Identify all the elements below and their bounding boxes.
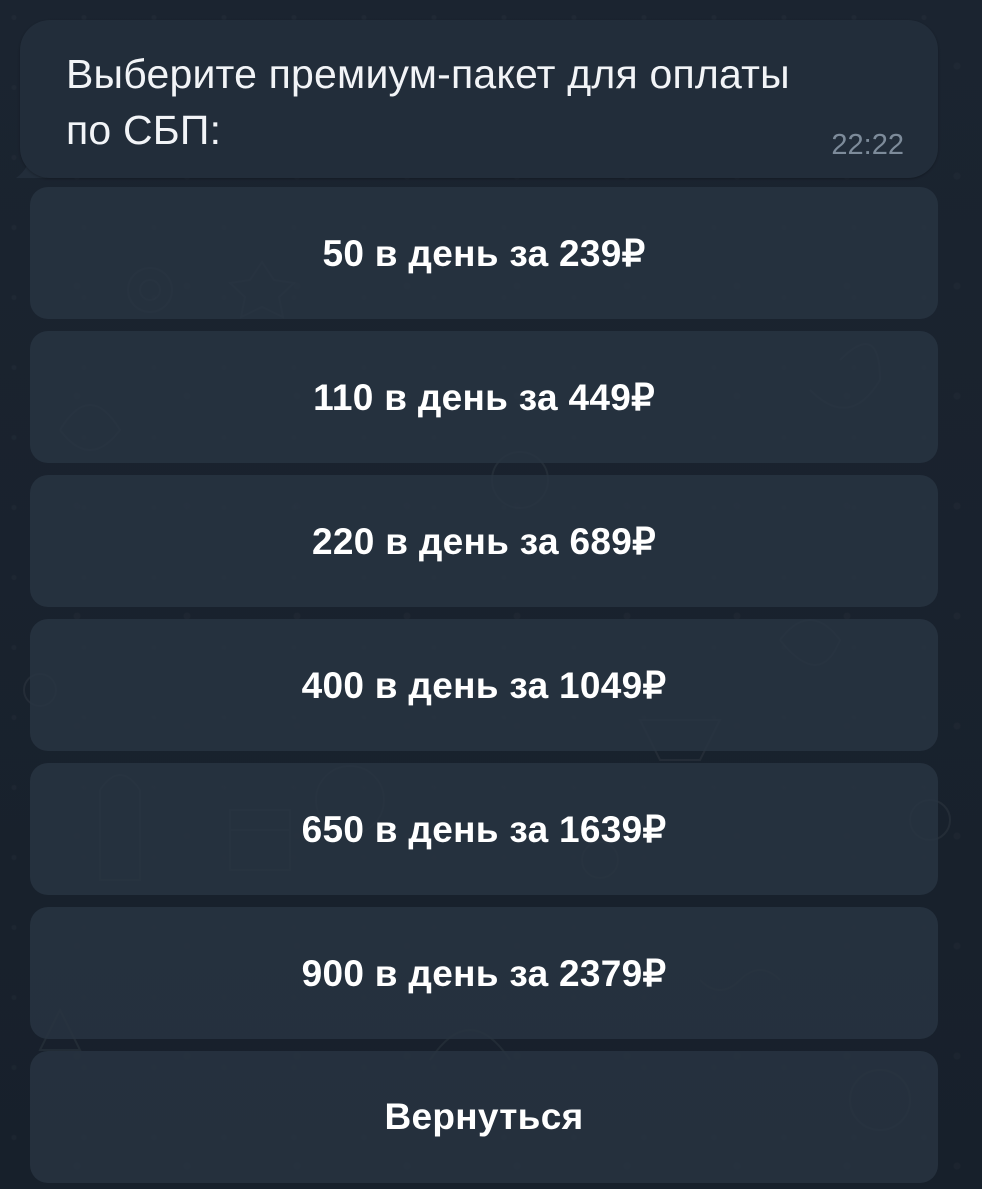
- back-button[interactable]: Вернуться: [30, 1051, 938, 1183]
- button-label: Вернуться: [384, 1096, 584, 1137]
- message-text-line: Выберите премиум-пакет для оплаты: [66, 51, 790, 97]
- message-bubble: Выберите премиум-пакет для оплаты по СБП…: [20, 20, 938, 178]
- package-110-button[interactable]: 110 в день за 449₽: [30, 331, 938, 463]
- button-label: 650 в день за 1639₽: [301, 808, 667, 850]
- button-label: 900 в день за 2379₽: [301, 952, 667, 994]
- package-220-button[interactable]: 220 в день за 689₽: [30, 475, 938, 607]
- chat-background: Выберите премиум-пакет для оплаты по СБП…: [0, 0, 982, 1189]
- message-text: Выберите премиум-пакет для оплаты по СБП…: [66, 46, 818, 158]
- package-50-button[interactable]: 50 в день за 239₽: [30, 187, 938, 319]
- package-900-button[interactable]: 900 в день за 2379₽: [30, 907, 938, 1039]
- inline-keyboard: 50 в день за 239₽ 110 в день за 449₽ 220…: [30, 187, 938, 1189]
- button-label: 400 в день за 1049₽: [301, 664, 667, 706]
- button-label: 110 в день за 449₽: [313, 376, 655, 418]
- message-timestamp: 22:22: [831, 129, 904, 161]
- package-650-button[interactable]: 650 в день за 1639₽: [30, 763, 938, 895]
- message-text-line: по СБП:: [66, 107, 222, 153]
- button-label: 50 в день за 239₽: [322, 232, 646, 274]
- package-400-button[interactable]: 400 в день за 1049₽: [30, 619, 938, 751]
- button-label: 220 в день за 689₽: [312, 520, 656, 562]
